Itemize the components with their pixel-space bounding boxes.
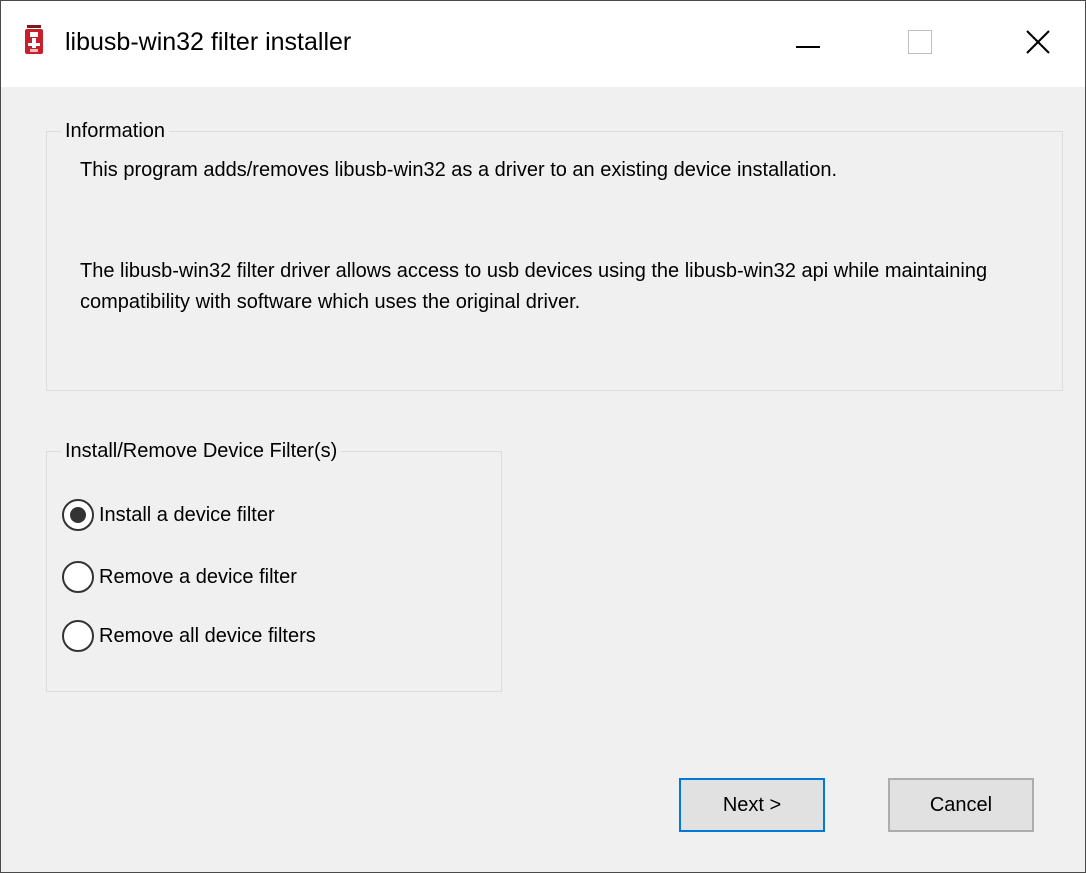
title-bar[interactable]: libusb-win32 filter installer (1, 1, 1085, 87)
information-text-2: The libusb-win32 filter driver allows ac… (80, 260, 988, 313)
information-legend: Information (61, 120, 170, 142)
radio-label-install[interactable]: Install a device filter (99, 504, 275, 527)
maximize-button[interactable] (875, 1, 965, 87)
minimize-icon (796, 35, 820, 53)
maximize-icon (908, 29, 932, 59)
cancel-button[interactable]: Cancel (888, 778, 1034, 832)
window-title: libusb-win32 filter installer (65, 28, 352, 56)
minimize-button[interactable] (763, 1, 853, 87)
radio-install-filter[interactable]: Install a device filter (62, 499, 275, 531)
radio-remove-filter[interactable]: Remove a device filter (62, 561, 297, 593)
libusb-app-icon (23, 25, 45, 55)
radio-selected-icon[interactable] (62, 499, 94, 531)
radio-remove-all-filters[interactable]: Remove all device filters (62, 620, 316, 652)
close-icon (1026, 29, 1050, 59)
next-button[interactable]: Next > (679, 778, 825, 832)
radio-label-remove[interactable]: Remove a device filter (99, 566, 297, 589)
radio-dot (70, 507, 86, 523)
radio-unselected-icon[interactable] (62, 620, 94, 652)
close-button[interactable] (993, 1, 1083, 87)
installer-window: libusb-win32 filter installer Informatio… (0, 0, 1086, 873)
information-text-1: This program adds/removes libusb-win32 a… (80, 159, 838, 181)
radio-label-remove-all[interactable]: Remove all device filters (99, 625, 316, 648)
device-filter-legend: Install/Remove Device Filter(s) (61, 440, 342, 462)
radio-unselected-icon[interactable] (62, 561, 94, 593)
